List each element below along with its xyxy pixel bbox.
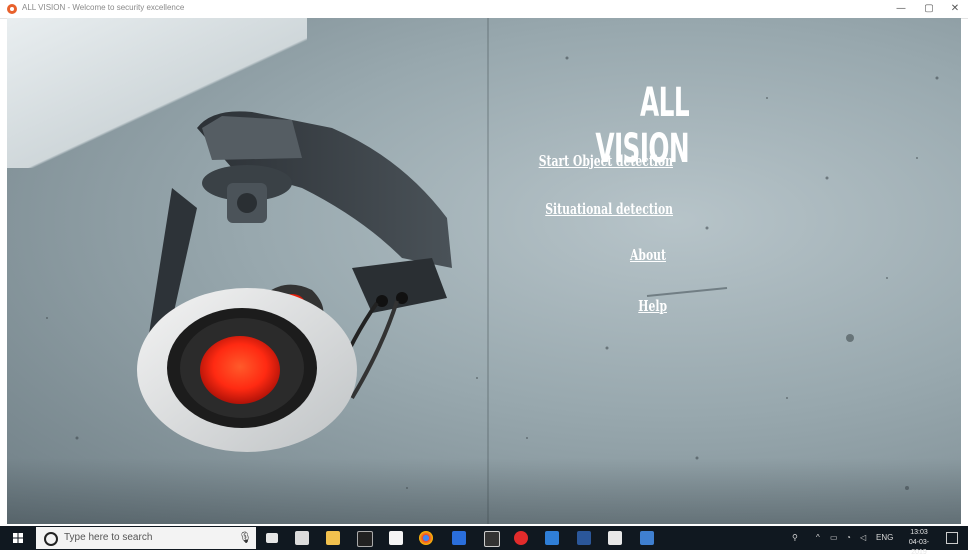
people-icon[interactable]: ⚲	[792, 526, 798, 550]
photos-icon[interactable]	[640, 531, 654, 545]
close-button[interactable]: ✕	[940, 0, 968, 18]
windows-taskbar: Type here to search 🎙 ⚲ ^ ▭ ◔ ◁ ENG 13:0…	[0, 526, 968, 556]
microphone-icon[interactable]: 🎙	[238, 531, 252, 544]
notification-icon[interactable]	[946, 532, 958, 544]
store-icon[interactable]	[389, 531, 403, 545]
calculator-icon[interactable]	[295, 531, 309, 545]
windows-start-icon[interactable]	[0, 526, 36, 550]
language-indicator[interactable]: ENG	[876, 526, 893, 550]
terminal-icon[interactable]	[357, 531, 373, 547]
chrome-icon[interactable]	[419, 531, 433, 545]
clock-time: 13:03	[910, 529, 928, 536]
battery-icon[interactable]: ▭	[830, 526, 838, 550]
word-icon[interactable]	[577, 531, 591, 545]
about-link[interactable]: About	[480, 245, 666, 265]
cortana-icon	[44, 532, 58, 546]
situational-detection-link[interactable]: Situational detection	[481, 199, 673, 219]
search-placeholder: Type here to search	[64, 532, 153, 543]
opera-icon[interactable]	[514, 531, 528, 545]
epic-icon[interactable]	[484, 531, 500, 547]
file-explorer-icon[interactable]	[326, 531, 340, 545]
app-logo-icon	[7, 4, 17, 14]
chevron-up-icon[interactable]: ^	[816, 526, 820, 550]
vscode-icon[interactable]	[545, 531, 559, 545]
taskbar-search-box[interactable]: Type here to search 🎙	[36, 527, 256, 549]
mail-icon[interactable]	[608, 531, 622, 545]
volume-icon[interactable]: ◁	[860, 526, 866, 550]
help-link[interactable]: Help	[480, 296, 667, 316]
app-main-view: ALL VISION Start Object detection Situat…	[7, 18, 961, 524]
window-title: ALL VISION - Welcome to security excelle…	[22, 3, 185, 12]
start-object-detection-link[interactable]: Start Object detection	[481, 151, 673, 171]
minimize-button[interactable]: —	[886, 0, 916, 18]
todo-icon[interactable]	[452, 531, 466, 545]
task-view-icon[interactable]	[266, 533, 278, 543]
window-title-bar: ALL VISION - Welcome to security excelle…	[0, 0, 968, 19]
clock[interactable]: 13:03 04-03-2019	[902, 528, 936, 558]
clock-date: 04-03-2019	[908, 539, 930, 556]
wifi-icon[interactable]: ◔	[846, 526, 851, 550]
